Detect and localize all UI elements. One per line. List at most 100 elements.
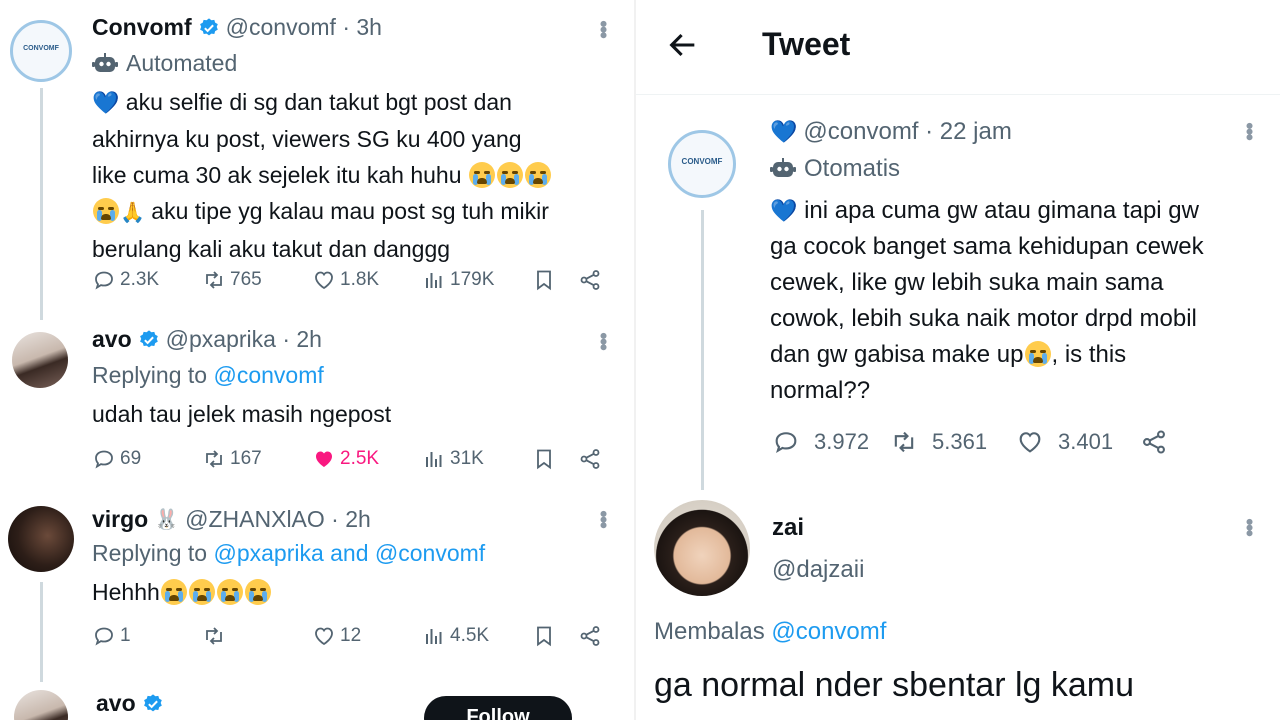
bookmark-icon [537, 449, 551, 470]
tweet-actions: 2.3K 765 1.8K 179K [92, 268, 612, 292]
share-icon [580, 270, 600, 290]
heart-icon [315, 627, 333, 646]
handle[interactable]: @dajzaii [772, 556, 864, 584]
retweet-icon [894, 431, 914, 453]
share-button[interactable] [578, 624, 602, 648]
tweet-actions: 1 12 4.5K [92, 624, 612, 648]
reply-button[interactable]: 3.972 [772, 428, 890, 456]
more-options-icon[interactable]: ••• [1236, 122, 1262, 139]
tweet-line: dan gw gabisa make up [770, 341, 1024, 368]
handle[interactable]: @convomf · 3h [226, 14, 382, 41]
views-icon [426, 452, 442, 467]
automated-text: Automated [126, 50, 238, 76]
blue-heart-icon: 💙 [770, 119, 798, 144]
replying-to-link[interactable]: @pxaprika and @convomf [213, 540, 485, 566]
tweet-line: normal?? [770, 377, 871, 404]
page-title: Tweet [762, 26, 851, 62]
tweet-line: aku tipe yg kalau mau post sg tuh mikir [151, 198, 549, 224]
like-count: 1.8K [340, 269, 380, 290]
replying-to-link[interactable]: @convomf [771, 618, 886, 645]
retweet-button[interactable] [202, 624, 312, 648]
crying-face-icon [216, 579, 243, 605]
retweet-count: 765 [230, 269, 262, 290]
replying-to: Replying to @pxaprika and @convomf [92, 540, 485, 567]
reply-button[interactable]: 1 [92, 624, 202, 648]
views-button[interactable]: 31K [422, 447, 532, 471]
views-count: 4.5K [450, 625, 490, 646]
retweet-button[interactable]: 765 [202, 268, 312, 292]
display-name[interactable]: avo [92, 326, 132, 353]
bookmark-button[interactable] [532, 268, 578, 292]
tweet-line: like cuma 30 ak sejelek itu kah huhu [92, 162, 462, 188]
crying-face-icon [188, 579, 215, 605]
heart-icon [315, 271, 333, 290]
replying-to: Membalas @convomf [654, 618, 886, 646]
share-icon [580, 449, 600, 469]
avatar[interactable] [654, 500, 750, 596]
right-panel: Tweet CONVOMF 💙 @convomf · 22 jam ••• Ot… [636, 0, 1280, 720]
tweet-line: berulang kali aku takut dan danggg [92, 236, 451, 262]
back-arrow-icon [669, 33, 695, 57]
like-button[interactable]: 2.5K [312, 447, 422, 471]
avatar[interactable]: CONVOMF [668, 130, 736, 198]
display-name[interactable]: zai [772, 514, 804, 542]
share-button[interactable] [1140, 428, 1168, 456]
crying-face-icon [524, 162, 551, 188]
more-options-icon[interactable]: ••• [590, 332, 616, 349]
display-name[interactable]: virgo [92, 506, 148, 533]
retweet-button[interactable]: 5.361 [890, 428, 1016, 456]
more-options-icon[interactable]: ••• [590, 510, 616, 527]
crying-face-icon [160, 579, 187, 605]
display-name[interactable]: Convomf [92, 14, 192, 41]
replying-to-link[interactable]: @convomf [213, 362, 323, 388]
avatar[interactable] [14, 690, 68, 720]
tweet-header: virgo 🐰 @ZHANXlAO · 2h [92, 506, 371, 533]
bookmark-icon [537, 270, 551, 291]
automated-label: Automated [92, 50, 237, 77]
heart-filled-icon [316, 451, 332, 467]
thread-line [701, 210, 704, 490]
like-count: 3.401 [1058, 429, 1114, 454]
views-count: 179K [450, 269, 495, 290]
rabbit-icon: 🐰 [154, 509, 180, 531]
views-count: 31K [450, 448, 484, 469]
share-button[interactable] [578, 268, 602, 292]
bookmark-button[interactable] [532, 624, 578, 648]
replying-prefix: Replying to [92, 362, 214, 388]
more-options-icon[interactable]: ••• [590, 20, 616, 37]
handle[interactable]: @pxaprika · 2h [166, 326, 322, 353]
reply-button[interactable]: 2.3K [92, 268, 202, 292]
more-options-icon[interactable]: ••• [1236, 518, 1262, 535]
reply-button[interactable]: 69 [92, 447, 202, 471]
handle[interactable]: @convomf · 22 jam [803, 118, 1011, 146]
follow-button[interactable]: Follow [424, 696, 572, 720]
like-count: 12 [340, 625, 362, 646]
blue-heart-icon: 💙 [770, 198, 798, 223]
left-panel: CONVOMF Convomf @convomf · 3h ••• Automa… [0, 0, 636, 720]
tweet-text: 💙 aku selfie di sg dan takut bgt post da… [92, 84, 622, 267]
automated-text: Otomatis [804, 155, 901, 182]
crying-face-icon [468, 162, 495, 188]
tweet-header: 💙 @convomf · 22 jam [770, 118, 1012, 146]
folded-hands-icon: 🙏 [120, 202, 145, 224]
back-button[interactable] [666, 28, 700, 67]
like-button[interactable]: 12 [312, 624, 422, 648]
like-button[interactable]: 1.8K [312, 268, 422, 292]
retweet-count: 167 [230, 448, 262, 469]
handle[interactable]: @ZHANXlAO · 2h [185, 506, 371, 533]
views-button[interactable]: 4.5K [422, 624, 532, 648]
tweet-line: cowok, lebih suka naik motor drpd mobil [770, 305, 1197, 332]
like-button[interactable]: 3.401 [1016, 428, 1140, 456]
tweet-line: Hehhh [92, 579, 160, 605]
bookmark-button[interactable] [532, 447, 578, 471]
avatar[interactable]: CONVOMF [10, 20, 72, 82]
avatar[interactable] [8, 506, 74, 572]
reply-icon [95, 271, 113, 290]
avatar[interactable] [12, 332, 68, 388]
share-icon [580, 626, 600, 646]
display-name[interactable]: avo [96, 690, 136, 717]
retweet-button[interactable]: 167 [202, 447, 312, 471]
reply-count: 69 [120, 448, 142, 469]
share-button[interactable] [578, 447, 602, 471]
views-button[interactable]: 179K [422, 268, 532, 292]
